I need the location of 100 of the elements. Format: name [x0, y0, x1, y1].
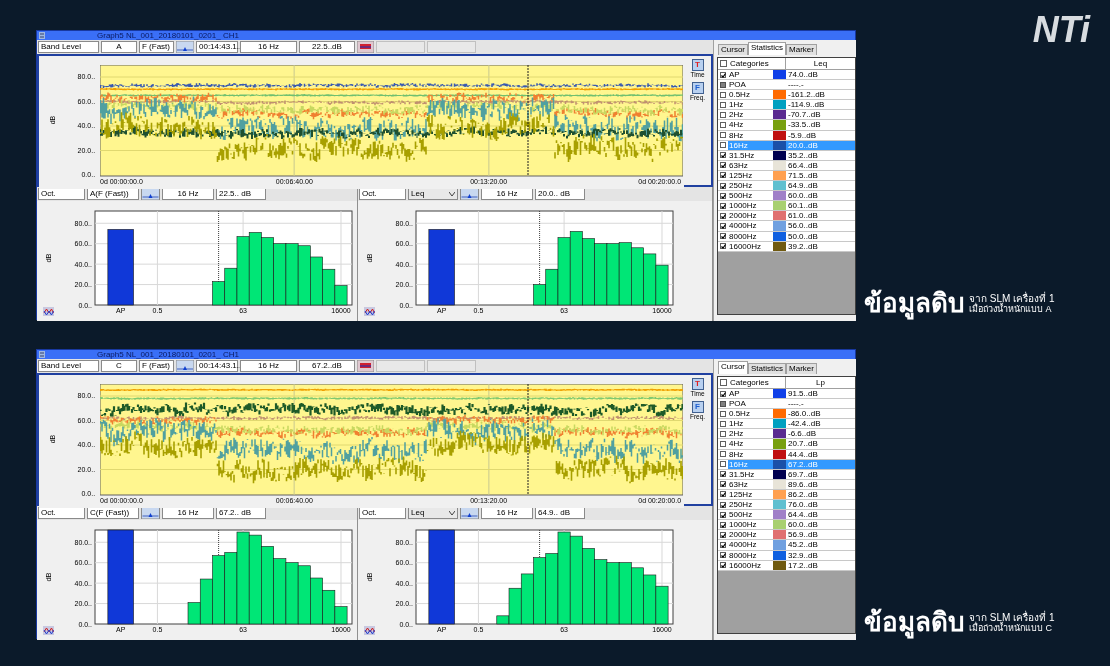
table-row[interactable]: 250Hz 76.0..dB [718, 500, 855, 511]
checkbox[interactable] [720, 430, 726, 437]
tab[interactable]: Statistics [748, 363, 787, 374]
checkbox[interactable] [720, 91, 726, 98]
table-row[interactable]: 0.5Hz -161.2..dB [718, 90, 855, 101]
view-toggle-button[interactable]: F [691, 82, 704, 94]
checkbox[interactable] [720, 202, 726, 209]
checkbox[interactable] [720, 521, 726, 528]
table-row[interactable]: 500Hz 64.4..dB [718, 510, 855, 521]
checkbox[interactable] [720, 552, 726, 559]
table-cell-text: AP [728, 389, 741, 399]
table-cell-text: 63Hz [728, 160, 749, 170]
chart-options-icon [43, 307, 54, 316]
table-row[interactable]: 125Hz 71.5..dB [718, 170, 855, 182]
checkbox[interactable] [720, 71, 726, 78]
table-cell-text: 64.4..dB [787, 510, 819, 520]
checkbox[interactable] [720, 562, 726, 569]
table-cell-text: 20.7..dB [787, 439, 819, 449]
checkbox[interactable] [720, 541, 726, 548]
checkbox[interactable] [720, 222, 726, 229]
table-row[interactable]: 1Hz -42.4..dB [718, 419, 855, 430]
table-cell-text: 39.2..dB [787, 241, 819, 251]
table-cell-text: POA [728, 80, 747, 90]
checkbox[interactable] [720, 461, 726, 468]
checkbox[interactable] [720, 379, 727, 386]
value-field: F (Fast) [139, 41, 174, 53]
table-row[interactable]: 16000Hz 17.2..dB [718, 560, 855, 571]
checkbox[interactable] [720, 511, 726, 518]
checkbox[interactable] [720, 212, 726, 219]
checkbox[interactable] [720, 111, 726, 118]
checkbox[interactable] [720, 182, 726, 189]
table-row[interactable]: 63Hz 66.4..dB [718, 160, 855, 171]
checkbox[interactable] [720, 192, 726, 199]
table-row[interactable]: 4Hz -33.5..dB [718, 120, 855, 131]
checkbox[interactable] [720, 142, 726, 149]
checkbox[interactable] [720, 501, 726, 508]
table-row[interactable]: 2Hz -70.7..dB [718, 110, 855, 121]
table-row[interactable]: 4Hz 20.7..dB [718, 439, 855, 450]
checkbox[interactable] [720, 101, 726, 108]
table-row[interactable]: 31.5Hz 35.2..dB [718, 150, 855, 161]
table-cell-text: -33.5..dB [787, 120, 822, 130]
table-row[interactable]: 8000Hz 50.0..dB [718, 231, 855, 242]
table-row[interactable]: 1000Hz 60.1..dB [718, 201, 855, 212]
table-cell-text: 60.1..dB [787, 201, 819, 211]
table-row[interactable]: 500Hz 60.0..dB [718, 191, 855, 202]
checkbox[interactable] [720, 531, 726, 538]
checkbox[interactable] [720, 132, 726, 139]
table-cell-text: 250Hz [728, 181, 754, 191]
table-cell-text: 1Hz [728, 419, 745, 429]
tab[interactable]: Marker [786, 363, 817, 374]
table-cell-text: ----.- [787, 399, 805, 409]
table-cell-text: 67.2..dB [787, 459, 819, 469]
table-row[interactable]: AP 91.5..dB [718, 389, 855, 400]
checkbox[interactable] [720, 243, 726, 250]
checkbox[interactable] [720, 441, 726, 447]
window-title: Graph5 NL_001_20180101_0201_ CH1 [97, 31, 239, 40]
table-row[interactable]: AP 74.0..dB [718, 70, 855, 81]
table-cell-text: 4000Hz [728, 221, 758, 231]
checkbox[interactable] [720, 233, 726, 240]
table-row[interactable]: 0.5Hz -86.0..dB [718, 409, 855, 420]
table-cell-text: 0.5Hz [728, 90, 751, 100]
table-row[interactable]: 1000Hz 60.0..dB [718, 520, 855, 531]
checkbox[interactable] [720, 481, 726, 488]
window-title: Graph5 NL_001_20180101_0201_ CH1 [97, 350, 239, 359]
checkbox[interactable] [720, 410, 726, 417]
checkbox[interactable] [720, 491, 726, 498]
band-marker-icon [357, 360, 374, 372]
checkbox[interactable] [720, 172, 726, 179]
table-cell-text: 44.4..dB [787, 449, 819, 459]
checkbox[interactable] [720, 60, 727, 67]
checkbox[interactable] [720, 162, 726, 169]
table-row[interactable]: 8Hz 44.4..dB [718, 449, 855, 460]
checkbox[interactable] [720, 152, 726, 159]
table-row[interactable]: 250Hz 64.9..dB [718, 181, 855, 192]
table-row[interactable]: 4000Hz 45.2..dB [718, 540, 855, 551]
checkbox[interactable] [720, 471, 726, 478]
table-row[interactable]: 63Hz 89.6..dB [718, 479, 855, 490]
table-row[interactable]: 31.5Hz 69.7..dB [718, 469, 855, 480]
table-row[interactable]: 2Hz -6.6..dB [718, 429, 855, 440]
table-row[interactable]: 8000Hz 32.9..dB [718, 550, 855, 561]
table-cell-text: 66.4..dB [787, 160, 819, 170]
table-row[interactable]: 125Hz 86.2..dB [718, 489, 855, 501]
table-row[interactable]: 1Hz -114.9..dB [718, 100, 855, 111]
tab[interactable]: Statistics [748, 42, 787, 55]
tab[interactable]: Marker [786, 44, 817, 55]
view-toggle-button[interactable]: F [691, 401, 704, 413]
table-cell-text: -70.7..dB [787, 110, 822, 120]
caption-text: เมื่อถ่วงน้ำหนักแบบ A [969, 303, 1053, 314]
table-row[interactable]: 16000Hz 39.2..dB [718, 241, 855, 252]
caption-text: จาก SLM เครื่องที่ 1 [969, 292, 1055, 304]
tab[interactable]: Cursor [718, 361, 748, 374]
checkbox[interactable] [720, 420, 726, 427]
table-row[interactable]: 8Hz -5.9..dB [718, 130, 855, 141]
value-field: 00:14:43.1.. [196, 360, 238, 372]
checkbox[interactable] [720, 122, 726, 128]
checkbox[interactable] [720, 390, 726, 397]
tab[interactable]: Cursor [718, 44, 748, 55]
table-row[interactable]: 4000Hz 56.0..dB [718, 221, 855, 232]
checkbox[interactable] [720, 451, 726, 458]
table-row[interactable]: 2000Hz 61.0..dB [718, 211, 855, 222]
